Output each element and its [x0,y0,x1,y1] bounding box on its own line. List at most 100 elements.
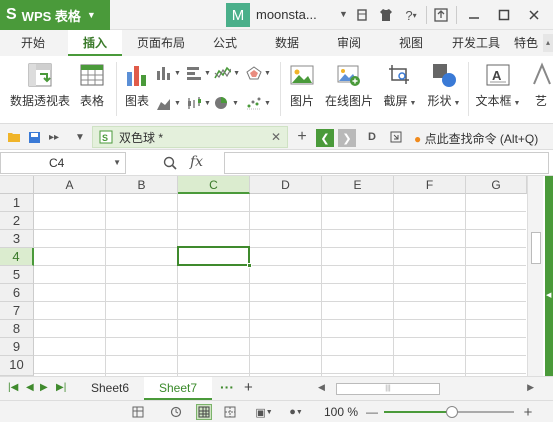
line-chart-dropdown[interactable]: ▼ [214,64,240,82]
doc-menu-icon[interactable]: D [362,127,382,147]
insert-function-button[interactable]: fx [190,154,203,170]
zoom-level[interactable]: 100 % [324,405,358,419]
shapes-button[interactable]: 形状 ▼ [424,62,464,109]
tab-insert[interactable]: 插入 [68,30,122,56]
tshirt-icon[interactable] [376,5,396,25]
online-picture-button[interactable]: 在线图片 [322,62,376,109]
column-header-b[interactable]: B [106,176,178,194]
scroll-right-icon[interactable]: ▶ [527,382,534,393]
picture-button[interactable]: 图片 [286,62,318,109]
chevron-right-icon[interactable]: ❯ [338,129,356,147]
row-header-2[interactable]: 2 [0,212,34,230]
row-header-4[interactable]: 4 [0,248,34,266]
area-chart-dropdown[interactable]: ▼ [156,94,182,112]
skin-icon[interactable] [352,5,372,25]
column-header-c[interactable]: C [178,176,250,194]
open-folder-icon[interactable] [4,127,24,147]
tab-featured[interactable]: 特色 [514,30,544,56]
next-sheet-icon[interactable]: ▶ [40,382,48,393]
maximize-icon[interactable] [494,5,514,25]
horizontal-scrollbar[interactable]: ◀ ||| ▶ [316,381,536,397]
name-box[interactable]: C4 ▼ [0,152,126,174]
row-header-3[interactable]: 3 [0,230,34,248]
cell-area[interactable] [34,194,526,376]
last-sheet-icon[interactable]: ▶| [56,382,66,393]
tab-page-layout[interactable]: 页面布局 [130,30,192,56]
tab-review[interactable]: 审阅 [326,30,372,56]
upload-icon[interactable] [431,5,451,25]
close-icon[interactable] [524,5,544,25]
more-commands-icon[interactable]: ▸▸ [44,127,64,147]
chevron-down-icon[interactable]: ▼ [339,9,348,19]
scroll-left-icon[interactable]: ◀ [318,382,325,393]
row-header-9[interactable]: 9 [0,338,34,356]
row-header-8[interactable]: 8 [0,320,34,338]
sheet-tab-sheet7[interactable]: Sheet7 [144,377,212,400]
pivot-table-button[interactable]: 数据透视表 [8,62,72,109]
normal-view-icon[interactable] [196,404,212,420]
chevron-down-icon[interactable]: ▼ [70,127,90,147]
close-tab-icon[interactable]: ✕ [271,130,281,144]
chart-button[interactable]: 图表 [120,62,154,109]
row-header-1[interactable]: 1 [0,194,34,212]
vertical-scrollbar[interactable] [527,176,543,376]
column-header-g[interactable]: G [466,176,527,194]
page-break-view-icon[interactable] [222,404,238,420]
share-icon[interactable] [386,127,406,147]
active-cell-c4[interactable] [177,246,252,268]
avatar[interactable]: M [226,3,250,27]
stock-chart-dropdown[interactable]: ▼ [186,94,212,112]
textbox-button[interactable]: A 文本框 ▼ [472,62,524,109]
zoom-in-icon[interactable]: + [520,404,536,421]
radar-chart-dropdown[interactable]: ▼ [246,64,272,82]
app-menu-button[interactable]: S WPS 表格 ▼ [0,0,110,30]
eye-protection-icon[interactable]: ● ▼ [284,404,308,420]
table-button[interactable]: 表格 [76,62,108,109]
chevron-up-icon[interactable]: ▴ [543,34,553,52]
zoom-slider-knob[interactable] [446,406,458,418]
document-tab[interactable]: S 双色球 * ✕ [92,126,288,148]
fill-handle[interactable] [247,263,252,268]
tab-formulas[interactable]: 公式 [202,30,248,56]
user-name[interactable]: moonsta... [256,7,317,22]
side-panel-toggle[interactable]: ◀ [545,176,553,376]
zoom-out-icon[interactable]: — [364,404,380,420]
formula-input[interactable] [224,152,549,174]
vertical-scroll-thumb[interactable] [531,232,541,264]
prev-sheet-icon[interactable]: ◀ [26,382,34,393]
save-icon[interactable] [24,127,44,147]
column-header-d[interactable]: D [250,176,322,194]
tab-data[interactable]: 数据 [264,30,310,56]
history-icon[interactable] [168,404,184,420]
row-header-6[interactable]: 6 [0,284,34,302]
column-header-f[interactable]: F [394,176,466,194]
select-all-corner[interactable] [0,176,34,194]
horizontal-scroll-thumb[interactable]: ||| [336,383,440,395]
first-sheet-icon[interactable]: |◀ [8,382,18,393]
row-header-5[interactable]: 5 [0,266,34,284]
tab-home[interactable]: 开始 [8,30,58,56]
chevron-left-icon[interactable]: ❮ [316,129,334,147]
zoom-formula-icon[interactable] [160,153,180,173]
help-icon[interactable]: ? ▾ [400,5,422,25]
pie-chart-dropdown[interactable]: ▼ [214,94,240,112]
command-search[interactable]: ● 点此查找命令 (Alt+Q) [414,130,538,147]
column-header-a[interactable]: A [34,176,106,194]
minimize-icon[interactable] [464,5,484,25]
tab-view[interactable]: 视图 [388,30,434,56]
column-header-e[interactable]: E [322,176,394,194]
row-header-7[interactable]: 7 [0,302,34,320]
sheet-tab-sheet6[interactable]: Sheet6 [78,377,142,400]
more-sheets-icon[interactable]: ··· [220,379,234,395]
add-sheet-icon[interactable]: + [244,379,253,396]
bar-chart-dropdown[interactable]: ▼ [186,64,212,82]
page-layout-view-icon[interactable]: ▣ ▼ [252,404,276,420]
scatter-chart-dropdown[interactable]: ▼ [246,94,272,112]
macro-record-icon[interactable] [130,404,146,420]
column-chart-dropdown[interactable]: ▼ [156,64,182,82]
row-header-10[interactable]: 10 [0,356,34,376]
screenshot-button[interactable]: 截屏 ▼ [380,62,420,109]
new-tab-icon[interactable]: + [292,127,312,147]
art-text-button[interactable]: 艺 [530,62,552,109]
zoom-slider[interactable] [384,406,514,418]
